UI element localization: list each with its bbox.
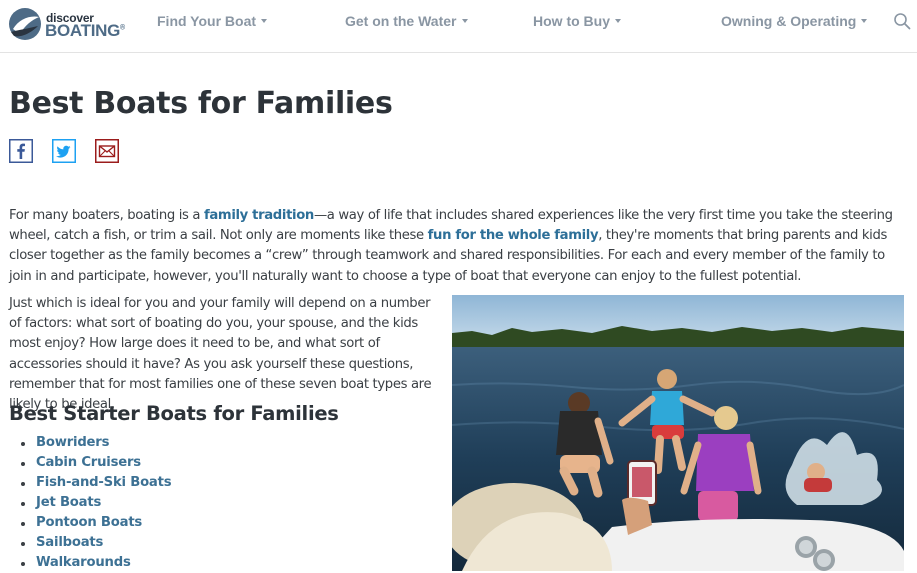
photo-illustration — [452, 295, 904, 571]
twitter-icon — [52, 139, 76, 163]
twitter-share-button[interactable] — [52, 139, 76, 163]
chevron-down-icon — [615, 19, 621, 24]
nav-find-your-boat[interactable]: Find Your Boat — [157, 13, 268, 29]
family-jumping-off-boat-photo — [452, 295, 904, 571]
bullet — [21, 442, 25, 446]
factors-paragraph: Just which is ideal for you and your fam… — [9, 296, 432, 413]
nav-owning-operating[interactable]: Owning & Operating — [721, 13, 868, 29]
intro-paragraph: For many boaters, boating is a family tr… — [9, 208, 893, 284]
facebook-share-button[interactable] — [9, 139, 33, 163]
site-header: discover BOATING® Find Your Boat Get on … — [0, 0, 917, 53]
bowriders-link[interactable]: Bowriders — [36, 433, 109, 453]
chevron-down-icon — [461, 19, 468, 24]
logo-text-boating: BOATING® — [45, 21, 125, 40]
bullet — [21, 542, 25, 546]
walkarounds-link[interactable]: Walkarounds — [36, 553, 131, 573]
bullet — [21, 482, 25, 486]
chevron-down-icon — [861, 19, 868, 24]
starter-boats-heading: Best Starter Boats for Families — [9, 402, 339, 425]
facebook-icon — [9, 139, 33, 163]
sailboats-link[interactable]: Sailboats — [36, 533, 103, 553]
cabin-cruisers-link[interactable]: Cabin Cruisers — [36, 453, 141, 473]
fish-and-ski-boats-link[interactable]: Fish-and-Ski Boats — [36, 473, 172, 493]
search-icon[interactable] — [893, 12, 911, 30]
fun-for-whole-family-link[interactable]: fun for the whole family — [428, 228, 599, 243]
chevron-down-icon — [261, 19, 268, 24]
pontoon-boats-link[interactable]: Pontoon Boats — [36, 513, 142, 533]
bullet — [21, 522, 25, 526]
bullet — [21, 562, 25, 566]
nav-how-to-buy[interactable]: How to Buy — [533, 13, 621, 29]
page-title: Best Boats for Families — [9, 86, 393, 121]
boat-wave-logo-icon — [9, 8, 41, 40]
nav-get-on-the-water[interactable]: Get on the Water — [345, 13, 468, 29]
bullet — [21, 502, 25, 506]
email-share-button[interactable] — [95, 139, 119, 163]
bullet — [21, 462, 25, 466]
email-icon — [95, 139, 119, 163]
family-tradition-link[interactable]: family tradition — [204, 208, 314, 223]
jet-boats-link[interactable]: Jet Boats — [36, 493, 101, 513]
discover-boating-logo[interactable]: discover BOATING® — [8, 6, 128, 44]
